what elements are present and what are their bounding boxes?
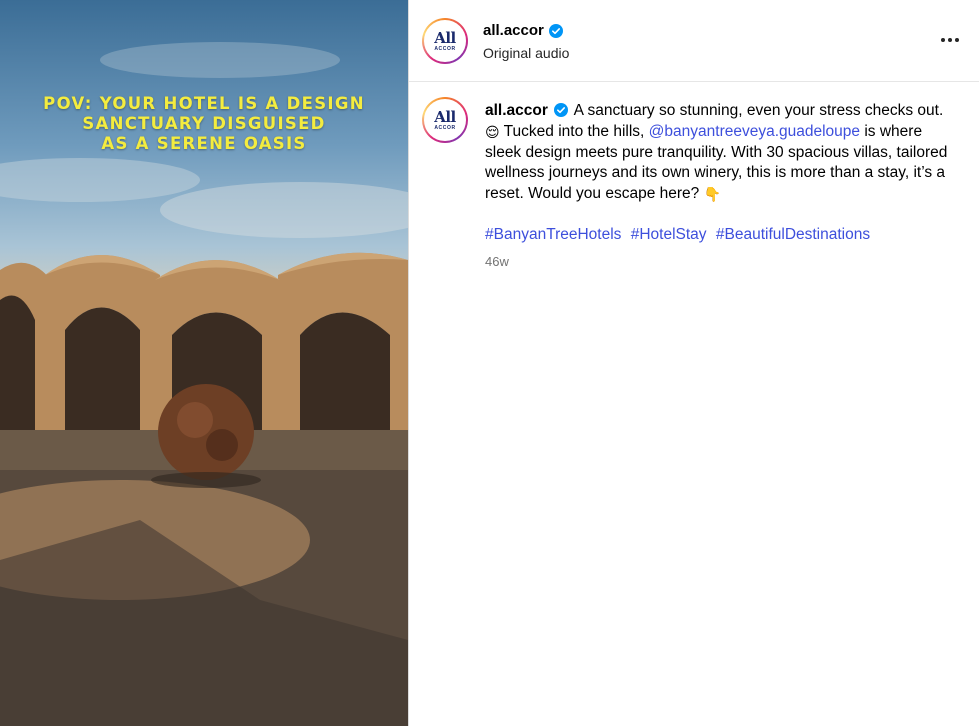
overlay-line-3: AS A SERENE OASIS [101,134,307,153]
more-options-button[interactable] [939,31,961,49]
post-header: All ACCOR all.accor Original audio [409,0,979,82]
overlay-line-1: POV: YOUR HOTEL IS A DESIGN [43,94,365,113]
post-details-panel: All ACCOR all.accor Original audio All A… [409,0,979,726]
hashtag-link[interactable]: #BanyanTreeHotels [485,226,621,243]
caption-avatar[interactable]: All ACCOR [422,97,468,143]
overlay-line-2: SANCTUARY DISGUISED [82,114,326,133]
avatar-logo: All [434,107,456,126]
verified-badge-icon [548,23,563,38]
hashtag-link[interactable]: #HotelStay [631,226,707,243]
avatar-sub: ACCOR [434,45,456,52]
header-username[interactable]: all.accor [483,22,544,39]
caption-username[interactable]: all.accor [485,102,548,119]
verified-badge-icon [554,103,569,117]
avatar[interactable]: All ACCOR [422,18,468,64]
caption-text-2: Tucked into the hills, [503,122,645,140]
hashtags: #BanyanTreeHotels #HotelStay #BeautifulD… [485,226,875,244]
header-username-row: all.accor [483,22,563,39]
pointing-down-emoji-icon: 👇 [703,186,722,203]
avatar-sub: ACCOR [434,124,456,131]
caption-text-1: A sanctuary so stunning, even your stres… [573,102,944,119]
audio-link[interactable]: Original audio [483,45,569,61]
relieved-face-emoji-icon: 😌 [485,123,500,140]
mention-link[interactable]: @banyantreeveya.guadeloupe [649,123,860,140]
avatar-logo: All [434,28,456,47]
post-video[interactable]: POV: YOUR HOTEL IS A DESIGN SANCTUARY DI… [0,0,408,726]
post-timestamp[interactable]: 46w [485,254,509,269]
video-overlay-caption: POV: YOUR HOTEL IS A DESIGN SANCTUARY DI… [0,94,408,154]
more-horizontal-icon [941,38,945,42]
hashtag-link[interactable]: #BeautifulDestinations [716,226,870,243]
post-caption: all.accor A sanctuary so stunning, even … [485,101,955,205]
